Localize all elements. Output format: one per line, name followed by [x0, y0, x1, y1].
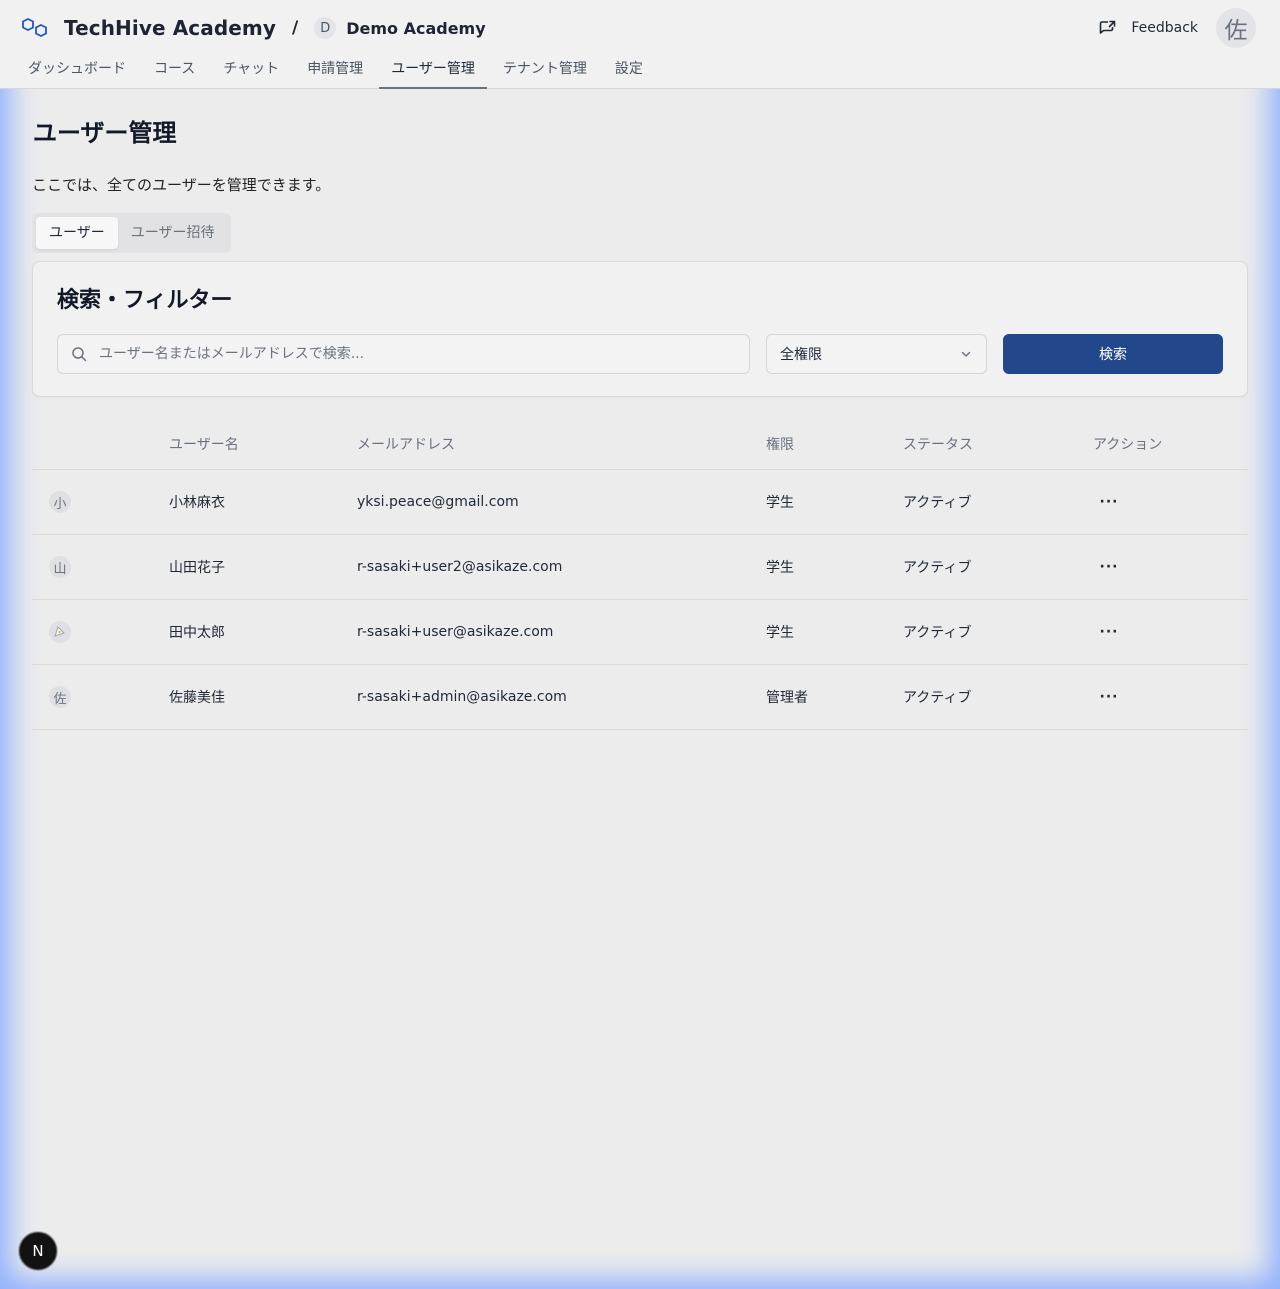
cell-username: 小林麻衣 — [169, 469, 357, 535]
cell-email: r-sasaki+admin@asikaze.com — [357, 664, 766, 730]
user-photo-icon — [54, 626, 65, 637]
cell-role: 管理者 — [766, 664, 903, 730]
cell-email: yksi.peace@gmail.com — [357, 469, 766, 535]
more-actions-button[interactable]: ··· — [1093, 689, 1125, 705]
avatar: 佐 — [49, 686, 71, 708]
feedback-button[interactable]: Feedback — [1099, 20, 1198, 36]
search-icon — [72, 347, 87, 362]
dev-tools-badge[interactable]: N — [19, 1232, 57, 1270]
search-filter-card: 検索・フィルター 全権限 検索 — [32, 261, 1248, 397]
header-username: ユーザー名 — [169, 419, 357, 470]
table-row: 小 小林麻衣 yksi.peace@gmail.com 学生 アクティブ ··· — [32, 469, 1248, 535]
user-avatar[interactable]: 佐 — [1216, 8, 1256, 48]
table-header-row: ユーザー名 メールアドレス 権限 ステータス アクション — [32, 419, 1248, 470]
header-role: 権限 — [766, 419, 903, 470]
nav-item-chat[interactable]: チャット — [211, 52, 291, 88]
nav-item-tenant-management[interactable]: テナント管理 — [491, 52, 599, 88]
tab-user-invite[interactable]: ユーザー招待 — [118, 217, 228, 249]
search-button[interactable]: 検索 — [1003, 334, 1223, 374]
cell-email: r-sasaki+user2@asikaze.com — [357, 534, 766, 600]
chevron-down-icon — [961, 351, 971, 357]
tab-list: ユーザー ユーザー招待 — [32, 213, 232, 253]
cell-role: 学生 — [766, 599, 903, 665]
nav-item-courses[interactable]: コース — [142, 52, 207, 88]
role-select[interactable]: 全権限 — [766, 334, 987, 374]
header-action: アクション — [1093, 419, 1248, 470]
more-actions-button[interactable]: ··· — [1093, 559, 1125, 575]
app-title[interactable]: TechHive Academy — [64, 16, 276, 40]
top-bar: TechHive Academy / D Demo Academy Feedba… — [0, 0, 1280, 89]
avatar: 小 — [49, 491, 71, 513]
role-select-value: 全権限 — [780, 347, 822, 363]
tab-users[interactable]: ユーザー — [36, 217, 118, 249]
filter-title: 検索・フィルター — [57, 288, 233, 313]
cell-role: 学生 — [766, 469, 903, 535]
more-actions-button[interactable]: ··· — [1093, 494, 1125, 510]
brand: TechHive Academy / D Demo Academy — [22, 14, 486, 42]
status-badge: アクティブ — [903, 664, 1093, 730]
feedback-icon — [1100, 20, 1116, 34]
header-email: メールアドレス — [357, 419, 766, 470]
search-input[interactable] — [97, 345, 749, 363]
nav-item-applications[interactable]: 申請管理 — [295, 52, 375, 88]
cell-username: 佐藤美佳 — [169, 664, 357, 730]
breadcrumb-separator: / — [292, 18, 299, 38]
tenant-avatar: D — [314, 17, 337, 39]
avatar — [49, 621, 71, 643]
user-table: ユーザー名 メールアドレス 権限 ステータス アクション 小 小林麻衣 yksi… — [32, 419, 1248, 730]
cell-role: 学生 — [766, 534, 903, 600]
nav-item-dashboard[interactable]: ダッシュボード — [16, 52, 138, 88]
cell-username: 田中太郎 — [169, 599, 357, 665]
nav-item-settings[interactable]: 設定 — [603, 52, 655, 88]
header-actions: Feedback 佐 — [1099, 8, 1256, 48]
page-description: ここでは、全てのユーザーを管理できます。 — [32, 176, 331, 194]
avatar: 山 — [49, 556, 71, 578]
status-badge: アクティブ — [903, 599, 1093, 665]
hexagon-logo-icon — [22, 18, 47, 38]
cell-email: r-sasaki+user@asikaze.com — [357, 599, 766, 665]
tenant-name[interactable]: Demo Academy — [346, 19, 485, 38]
nav-item-user-management[interactable]: ユーザー管理 — [379, 52, 487, 89]
header-status: ステータス — [903, 419, 1093, 470]
table-row: 田中太郎 r-sasaki+user@asikaze.com 学生 アクティブ … — [32, 599, 1248, 665]
cell-username: 山田花子 — [169, 534, 357, 600]
more-actions-button[interactable]: ··· — [1093, 624, 1125, 640]
table-row: 山 山田花子 r-sasaki+user2@asikaze.com 学生 アクテ… — [32, 534, 1248, 600]
main-content: ユーザー管理 ここでは、全てのユーザーを管理できます。 ユーザー ユーザー招待 … — [32, 89, 1248, 730]
table-row: 佐 佐藤美佳 r-sasaki+admin@asikaze.com 管理者 アク… — [32, 664, 1248, 730]
feedback-label: Feedback — [1131, 20, 1198, 36]
status-badge: アクティブ — [903, 469, 1093, 535]
status-badge: アクティブ — [903, 534, 1093, 600]
header-avatar — [32, 419, 169, 470]
main-nav: ダッシュボード コース チャット 申請管理 ユーザー管理 テナント管理 設定 — [16, 52, 659, 89]
page-title: ユーザー管理 — [33, 119, 177, 147]
search-box — [57, 334, 750, 374]
